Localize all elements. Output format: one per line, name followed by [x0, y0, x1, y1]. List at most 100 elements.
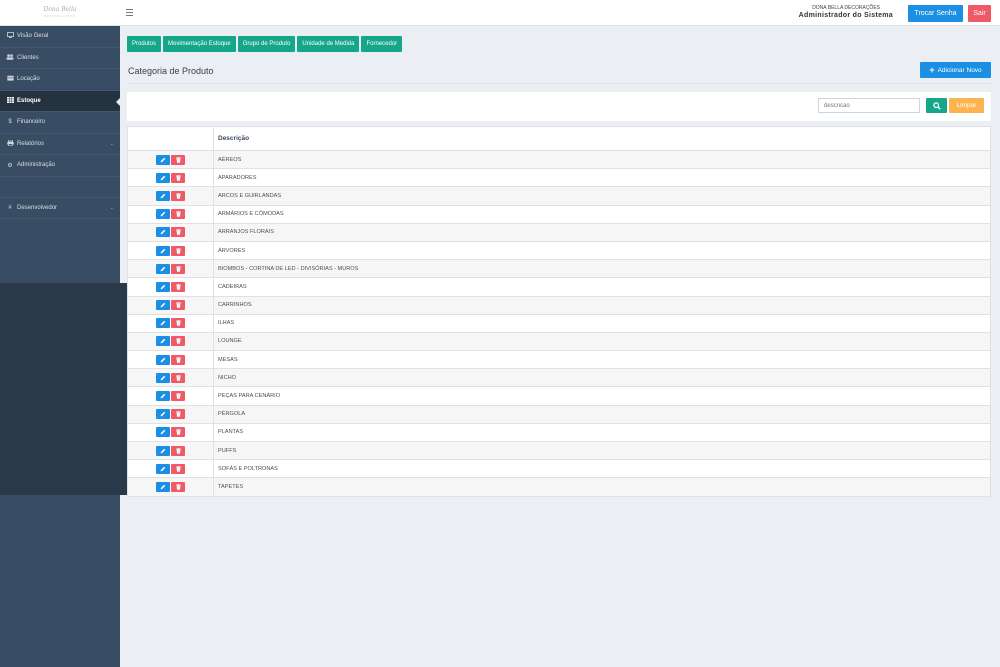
delete-button[interactable] [171, 190, 185, 201]
edit-button[interactable] [156, 463, 170, 474]
pencil-icon [160, 375, 166, 381]
delete-button[interactable] [171, 318, 185, 329]
delete-button[interactable] [171, 391, 185, 402]
delete-button[interactable] [171, 281, 185, 292]
hamburger-menu-icon[interactable] [126, 7, 135, 18]
trash-icon [175, 429, 181, 436]
pencil-icon [160, 466, 166, 472]
edit-button[interactable] [156, 354, 170, 365]
trash-icon [175, 174, 181, 181]
change-password-button[interactable]: Trocar Senha [908, 5, 963, 22]
edit-button[interactable] [156, 427, 170, 438]
delete-button[interactable] [171, 445, 185, 456]
table-row: MESAS [127, 350, 991, 370]
trash-icon [175, 374, 181, 381]
delete-button[interactable] [171, 172, 185, 183]
table-row: AÉREOS [127, 149, 991, 170]
dollar-icon: $ [8, 119, 12, 126]
logout-button[interactable]: Sair [968, 5, 991, 22]
clear-button[interactable]: Limpar [949, 98, 984, 113]
users-icon [6, 54, 14, 62]
tab-movimentacao-estoque[interactable]: Movimentação Estoque [163, 36, 236, 52]
edit-button[interactable] [156, 245, 170, 256]
tab-grupo-de-produto[interactable]: Grupo de Produto [237, 36, 296, 52]
row-description: ARMÁRIOS E CÔMODAS [213, 204, 991, 224]
edit-button[interactable] [156, 190, 170, 201]
delete-button[interactable] [171, 354, 185, 365]
edit-button[interactable] [156, 372, 170, 383]
sidebar-item-visao-geral[interactable]: Visão Geral [0, 26, 120, 48]
edit-button[interactable] [156, 209, 170, 220]
search-input[interactable] [818, 98, 920, 113]
table-row: PÉRGOLA [127, 404, 991, 424]
edit-button[interactable] [156, 263, 170, 274]
add-new-label: Adicionar Novo [937, 66, 982, 74]
row-description: CADEIRAS [213, 277, 991, 297]
search-icon [932, 101, 941, 110]
edit-button[interactable] [156, 445, 170, 456]
description-column-header[interactable]: Descrição [213, 126, 991, 151]
edit-button[interactable] [156, 154, 170, 165]
logo[interactable]: Dona Bella DECORAÇÕES [0, 0, 120, 26]
row-actions [127, 240, 214, 261]
delete-button[interactable] [171, 409, 185, 420]
tab-bar: Produtos Movimentação Estoque Grupo de P… [127, 36, 403, 52]
sidebar-item-clientes[interactable]: Clientes [0, 48, 120, 69]
cog-icon: ⚙ [7, 162, 13, 169]
active-caret-icon [116, 97, 120, 106]
delete-button[interactable] [171, 245, 185, 256]
delete-button[interactable] [171, 263, 185, 274]
delete-button[interactable] [171, 300, 185, 311]
delete-button[interactable] [171, 209, 185, 220]
sidebar-item-administracao[interactable]: ⚙ Administração [0, 155, 120, 177]
add-new-button[interactable]: + Adicionar Novo [920, 62, 991, 78]
delete-button[interactable] [171, 372, 185, 383]
logo-subtext: DECORAÇÕES [43, 14, 77, 18]
row-actions [127, 222, 214, 242]
table-row: CADEIRAS [127, 277, 991, 297]
page-title: Categoria de Produto [128, 66, 214, 76]
delete-button[interactable] [171, 463, 185, 474]
sidebar-item-label: Relatórios [17, 140, 45, 147]
tab-fornecedor[interactable]: Fornecedor [361, 36, 403, 52]
row-actions [127, 440, 214, 461]
category-table: Descrição AÉREOS APARADORES ARCOS E GUIRLA… [127, 126, 991, 497]
delete-button[interactable] [171, 336, 185, 347]
edit-button[interactable] [156, 172, 170, 183]
edit-button[interactable] [156, 409, 170, 420]
row-description: PLANTAS [213, 422, 991, 443]
row-actions [127, 459, 214, 479]
sidebar-item-estoque[interactable]: Estoque [0, 90, 120, 112]
sidebar-item-relatorios[interactable]: Relatórios ⌄ [0, 134, 120, 155]
tab-unidade-de-medida[interactable]: Unidade de Medida [297, 36, 360, 52]
row-description: PUFFS [213, 440, 991, 461]
trash-icon [175, 229, 181, 236]
edit-button[interactable] [156, 227, 170, 238]
trash-icon [175, 247, 181, 254]
delete-button[interactable] [171, 154, 185, 165]
actions-column-header [127, 126, 214, 151]
tab-produtos[interactable]: Produtos [127, 36, 162, 52]
edit-button[interactable] [156, 481, 170, 492]
chevron-down-icon: ⌄ [109, 140, 114, 147]
row-actions [127, 331, 214, 352]
search-button[interactable] [926, 98, 947, 113]
pencil-icon [160, 339, 166, 344]
edit-button[interactable] [156, 391, 170, 402]
delete-button[interactable] [171, 481, 185, 492]
edit-button[interactable] [156, 281, 170, 292]
edit-button[interactable] [156, 300, 170, 311]
sidebar-item-financeiro[interactable]: $ Financeiro [0, 112, 120, 134]
pencil-icon [160, 484, 166, 490]
sidebar-item-locacao[interactable]: Locação [0, 69, 120, 91]
sidebar-item-label: Clientes [17, 54, 39, 61]
trash-icon [175, 211, 181, 217]
edit-button[interactable] [156, 318, 170, 329]
trash-icon [175, 447, 181, 454]
delete-button[interactable] [171, 427, 185, 438]
delete-button[interactable] [171, 227, 185, 238]
edit-button[interactable] [156, 336, 170, 347]
sidebar-item-desenvolvedor[interactable]: # Desenvolvedor ⌄ [0, 198, 120, 219]
pencil-icon [160, 357, 166, 363]
row-actions [127, 386, 214, 406]
